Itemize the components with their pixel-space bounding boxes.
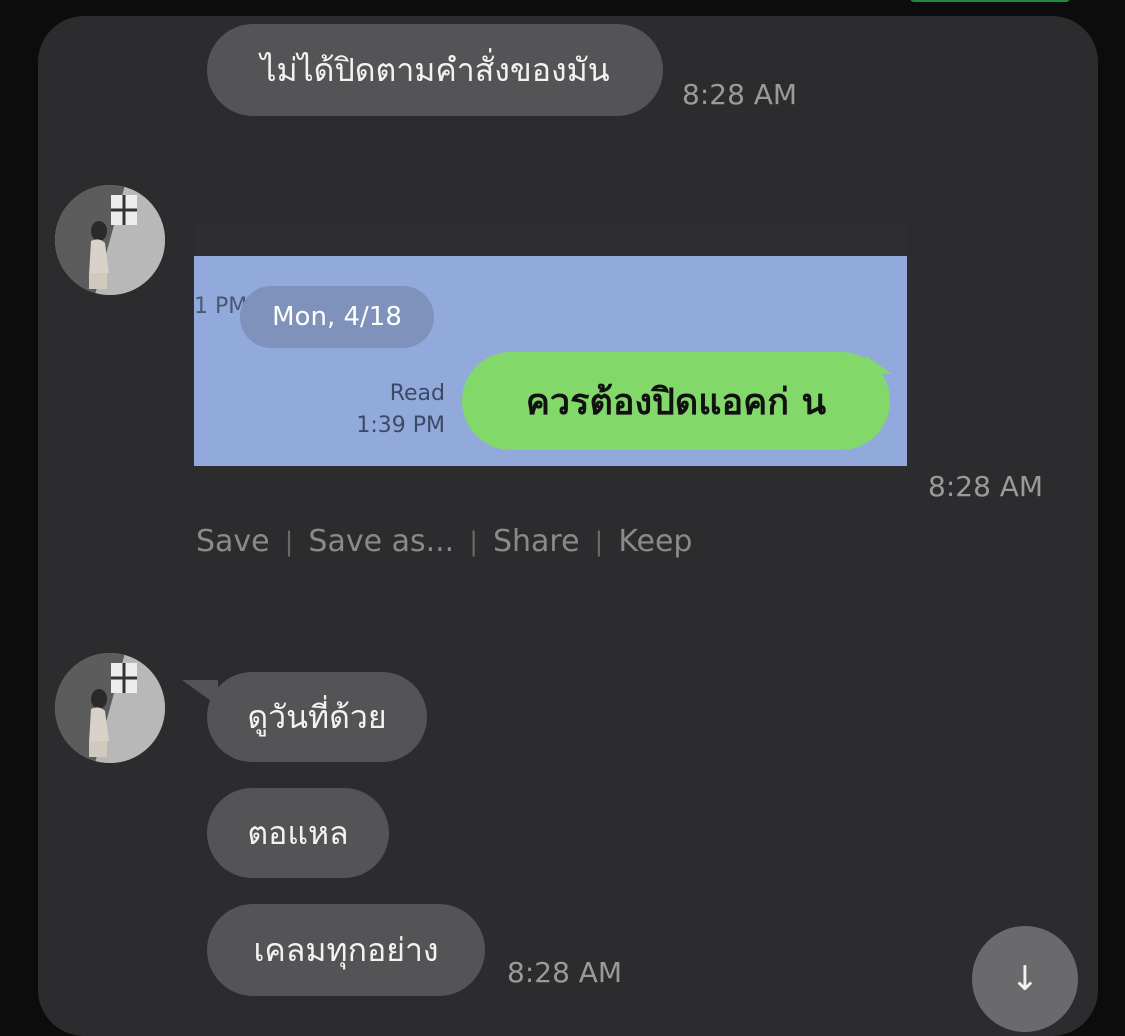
separator: | — [469, 526, 478, 557]
message-bubble[interactable]: เคลมทุกอย่าง — [207, 904, 485, 996]
save-as-link[interactable]: Save as... — [308, 524, 454, 559]
embedded-read-receipt: Read 1:39 PM — [356, 378, 445, 442]
avatar[interactable] — [55, 185, 165, 295]
top-green-indicator — [910, 0, 1070, 2]
message-bubble[interactable]: ไม่ได้ปิดตามคำสั่งของมัน — [207, 24, 663, 116]
message-bubble[interactable]: ดูวันที่ด้วย — [207, 672, 427, 762]
separator: | — [284, 526, 294, 557]
message-time: 8:28 AM — [928, 470, 1044, 503]
embedded-date-pill: Mon, 4/18 — [240, 286, 434, 348]
message-time: 8:28 AM — [507, 956, 623, 989]
embedded-read-time: 1:39 PM — [356, 413, 445, 438]
message-text: ไม่ได้ปิดตามคำสั่งของมัน — [260, 51, 610, 89]
share-link[interactable]: Share — [493, 524, 580, 559]
save-link[interactable]: Save — [196, 524, 270, 559]
arrow-down-icon: ↓ — [1010, 959, 1040, 999]
avatar-photo-icon — [55, 653, 165, 763]
embedded-read-label: Read — [389, 381, 445, 406]
separator: | — [594, 526, 604, 557]
image-message[interactable]: 1 PM Mon, 4/18 Read 1:39 PM ควรต้องปิดแอ… — [194, 256, 907, 466]
avatar[interactable] — [55, 653, 165, 763]
embedded-bubble-text: ควรต้องปิดแอคก่ น — [525, 381, 827, 423]
embedded-green-bubble: ควรต้องปิดแอคก่ น — [462, 352, 890, 450]
scroll-to-bottom-button[interactable]: ↓ — [972, 926, 1078, 1032]
message-bubble[interactable]: ตอแหล — [207, 788, 389, 878]
image-actions: Save | Save as... | Share | Keep — [196, 524, 692, 559]
avatar-photo-icon — [55, 185, 165, 295]
message-text: เคลมทุกอย่าง — [253, 931, 439, 969]
keep-link[interactable]: Keep — [618, 524, 692, 559]
image-frame-top — [194, 224, 907, 256]
message-text: ตอแหล — [247, 814, 349, 852]
message-time: 8:28 AM — [682, 78, 798, 111]
embedded-date-text: Mon, 4/18 — [272, 302, 402, 332]
message-text: ดูวันที่ด้วย — [247, 698, 387, 736]
